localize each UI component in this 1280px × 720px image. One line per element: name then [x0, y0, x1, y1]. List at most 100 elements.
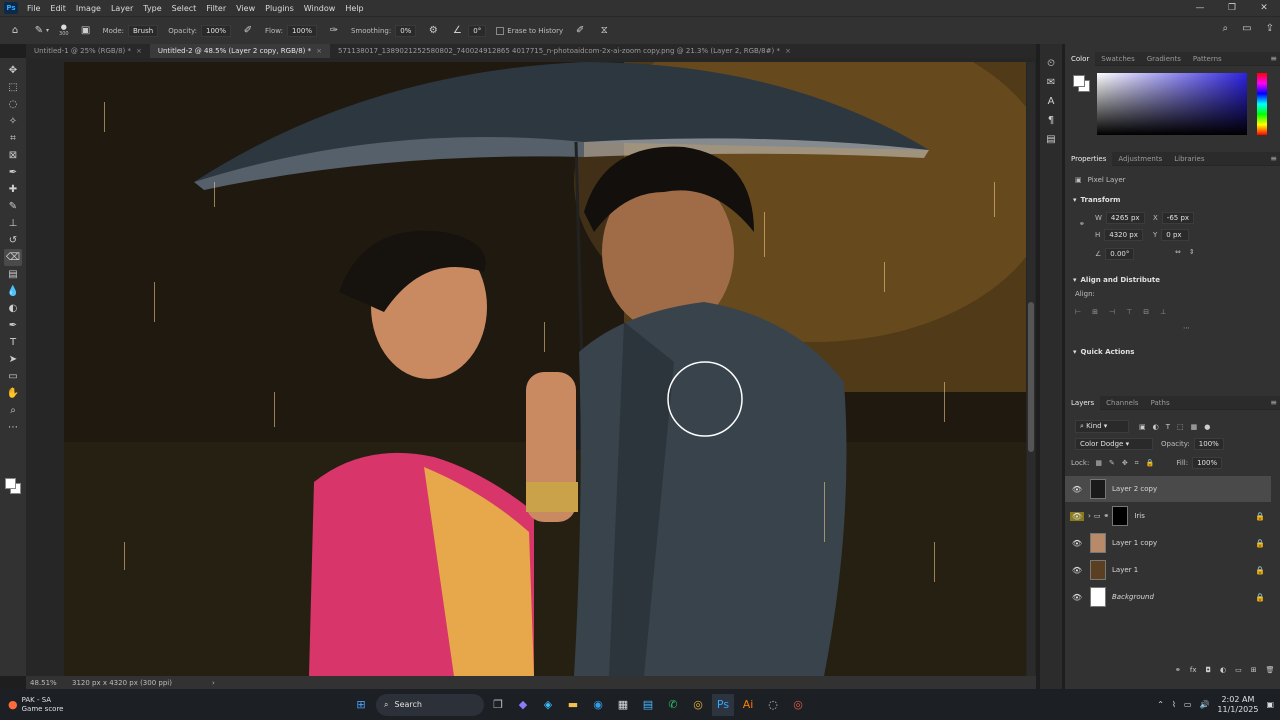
calculator-icon[interactable]: ▤: [637, 694, 659, 716]
align-top-icon[interactable]: ⊤: [1126, 308, 1132, 316]
chrome-icon[interactable]: ◎: [687, 694, 709, 716]
tab-swatches[interactable]: Swatches: [1095, 52, 1140, 66]
menu-file[interactable]: File: [22, 4, 45, 13]
paragraph-icon[interactable]: ¶: [1048, 115, 1054, 126]
flip-vertical-icon[interactable]: ⇕: [1189, 248, 1195, 256]
smoothing-field[interactable]: 0%: [395, 24, 417, 37]
blend-mode-select[interactable]: Color Dodge ▾: [1075, 438, 1153, 450]
align-left-icon[interactable]: ⊢: [1075, 308, 1081, 316]
filter-adjustment-icon[interactable]: ◐: [1153, 423, 1159, 431]
layer-filter-select[interactable]: ⌕ Kind ▾: [1075, 420, 1129, 433]
chevron-right-icon[interactable]: ›: [212, 679, 215, 687]
photoshop-taskbar-icon[interactable]: Ps: [712, 693, 734, 716]
history-brush-tool-icon[interactable]: ↺: [4, 232, 22, 249]
tab-channels[interactable]: Channels: [1100, 396, 1144, 410]
dodge-tool-icon[interactable]: ◐: [4, 300, 22, 317]
foreground-color-chip[interactable]: [1073, 75, 1085, 87]
add-mask-icon[interactable]: ◘: [1205, 666, 1211, 674]
menu-filter[interactable]: Filter: [201, 4, 231, 13]
quick-select-tool-icon[interactable]: ✧: [4, 113, 22, 130]
align-right-icon[interactable]: ⊣: [1109, 308, 1115, 316]
whatsapp-icon[interactable]: ✆: [662, 694, 684, 716]
lock-all-icon[interactable]: 🔒: [1146, 459, 1155, 468]
search-icon[interactable]: ⌕: [1223, 23, 1229, 34]
illustrator-icon[interactable]: Ai: [737, 694, 759, 716]
x-field[interactable]: -65 px: [1161, 212, 1195, 224]
windows-start-icon[interactable]: ⊞: [350, 694, 372, 716]
task-view-icon[interactable]: ❐: [487, 694, 509, 716]
tab-paths[interactable]: Paths: [1145, 396, 1176, 410]
layer-row-layer-1-copy[interactable]: 👁 Layer 1 copy 🔒: [1065, 530, 1271, 556]
menu-select[interactable]: Select: [167, 4, 202, 13]
brush-tool-icon[interactable]: ✎: [4, 198, 22, 215]
menu-type[interactable]: Type: [138, 4, 166, 13]
volume-icon[interactable]: 🔊: [1199, 700, 1209, 709]
chevron-down-icon[interactable]: ▾: [1073, 196, 1077, 204]
crop-tool-icon[interactable]: ⌗: [4, 130, 22, 147]
filter-smart-icon[interactable]: ▦: [1191, 423, 1198, 431]
libraries-icon[interactable]: ▤: [1046, 134, 1055, 145]
notifications-icon[interactable]: ▣: [1266, 700, 1274, 709]
filter-pixel-icon[interactable]: ▣: [1139, 423, 1146, 431]
tab-properties[interactable]: Properties: [1065, 151, 1113, 166]
layer-opacity-field[interactable]: 100%: [1193, 438, 1224, 450]
align-middle-icon[interactable]: ⊟: [1143, 308, 1149, 316]
tab-gradients[interactable]: Gradients: [1141, 52, 1187, 66]
height-field[interactable]: 4320 px: [1104, 229, 1143, 241]
marquee-tool-icon[interactable]: ⬚: [4, 79, 22, 96]
new-group-icon[interactable]: ▭: [1235, 666, 1242, 674]
tab-untitled-2[interactable]: Untitled-2 @ 48.5% (Layer 2 copy, RGB/8)…: [149, 44, 331, 58]
eyedropper-tool-icon[interactable]: ✒: [4, 164, 22, 181]
menu-view[interactable]: View: [231, 4, 260, 13]
panel-menu-icon[interactable]: ≡: [1270, 52, 1277, 66]
visibility-eye-icon[interactable]: 👁: [1070, 539, 1084, 548]
blur-tool-icon[interactable]: 💧: [4, 283, 22, 300]
layer-row-iris[interactable]: 👁 › ▭ ⚭ Iris 🔒: [1065, 503, 1271, 529]
visibility-eye-icon[interactable]: 👁: [1070, 566, 1084, 575]
scroll-thumb[interactable]: [1028, 302, 1034, 452]
taskbar-search[interactable]: ⌕ Search: [376, 693, 484, 716]
comments-icon[interactable]: ✉: [1047, 77, 1055, 88]
filter-toggle-icon[interactable]: ●: [1204, 423, 1210, 431]
pressure-opacity-icon[interactable]: ✐: [241, 24, 255, 38]
width-field[interactable]: 4265 px: [1105, 212, 1145, 224]
align-center-h-icon[interactable]: ⊞: [1092, 308, 1098, 316]
trash-icon[interactable]: 🗑: [1266, 666, 1275, 674]
close-tab-icon[interactable]: ×: [136, 47, 142, 55]
vertical-scrollbar[interactable]: [1027, 62, 1035, 676]
path-select-tool-icon[interactable]: ➤: [4, 351, 22, 368]
layer-name[interactable]: Layer 2 copy: [1112, 485, 1157, 493]
visibility-eye-icon[interactable]: 👁: [1070, 593, 1084, 602]
flow-field[interactable]: 100%: [286, 24, 317, 37]
gear-icon[interactable]: ⚙: [426, 24, 440, 38]
weather-widget[interactable]: ● PAK - SA Game score: [0, 696, 110, 714]
document-info[interactable]: 3120 px x 4320 px (300 ppi): [72, 679, 172, 687]
zoom-level[interactable]: 48.51%: [26, 679, 62, 687]
more-tools-icon[interactable]: ⋯: [4, 419, 22, 436]
menu-help[interactable]: Help: [340, 4, 368, 13]
visibility-eye-icon[interactable]: 👁: [1070, 511, 1084, 521]
battery-icon[interactable]: ▭: [1184, 700, 1192, 709]
layer-style-icon[interactable]: fx: [1190, 666, 1197, 674]
symmetry-icon[interactable]: ⧖: [597, 24, 611, 38]
brush-panel-icon[interactable]: ▣: [79, 24, 93, 38]
move-tool-icon[interactable]: ✥: [4, 62, 22, 79]
healing-tool-icon[interactable]: ✚: [4, 181, 22, 198]
character-icon[interactable]: A: [1048, 96, 1055, 107]
menu-layer[interactable]: Layer: [106, 4, 138, 13]
align-bottom-icon[interactable]: ⊥: [1160, 308, 1166, 316]
more-options-icon[interactable]: ⋯: [1183, 324, 1190, 332]
panel-menu-icon[interactable]: ≡: [1270, 396, 1277, 410]
layer-name[interactable]: Background: [1112, 593, 1154, 601]
close-tab-icon[interactable]: ×: [316, 47, 322, 55]
chevron-right-icon[interactable]: ›: [1088, 512, 1091, 520]
y-field[interactable]: 0 px: [1161, 229, 1190, 241]
layer-name[interactable]: Layer 1 copy: [1112, 539, 1157, 547]
tab-adjustments[interactable]: Adjustments: [1112, 152, 1168, 166]
filter-shape-icon[interactable]: ⬚: [1177, 423, 1184, 431]
tab-layers[interactable]: Layers: [1065, 395, 1101, 410]
share-icon[interactable]: ⇪: [1266, 23, 1274, 34]
layer-name[interactable]: Iris: [1134, 512, 1145, 520]
copilot-icon[interactable]: ◈: [537, 694, 559, 716]
network-icon[interactable]: ⌇: [1172, 700, 1176, 709]
